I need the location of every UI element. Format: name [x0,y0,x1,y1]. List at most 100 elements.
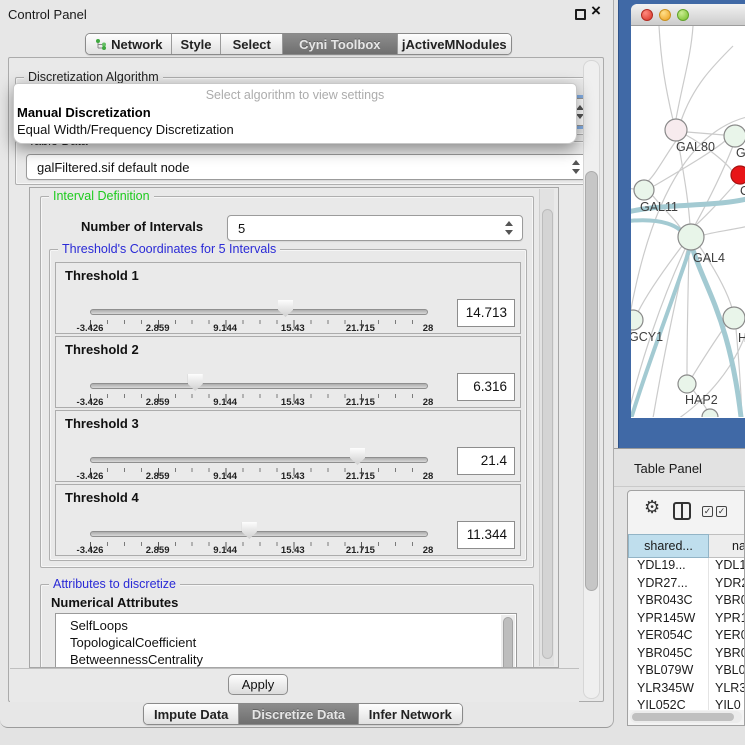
cell[interactable]: YIL052C [629,698,709,710]
cell[interactable]: YBR045C [629,646,709,664]
cell[interactable]: YIL0 [709,698,745,710]
node-gal80[interactable] [665,119,687,141]
checkbox-icon[interactable]: ✓ [716,506,727,517]
slider-major-ticks [90,394,429,402]
table-row[interactable]: YLR345WYLR3 [629,681,745,699]
slider-track[interactable] [90,309,428,315]
node-red-selected[interactable] [731,166,745,184]
threshold-3-slider: -3.426 2.859 9.144 15.43 21.715 28 [90,411,428,481]
node-gal11[interactable] [634,180,654,200]
tab-label: jActiveMNodules [402,37,507,52]
table-horizontal-scrollbar[interactable] [630,711,742,723]
column-header-name[interactable]: na [709,534,745,558]
tab-select[interactable]: Select [220,34,282,54]
minimize-traffic-light-icon[interactable] [659,9,671,21]
network-canvas[interactable]: GAL80 GA C GAL11 GAL4 GCY1 H HAP2 [631,26,745,417]
cell[interactable]: YBR0 [709,593,745,611]
table-data-combobox[interactable]: galFiltered.sif default node [26,154,590,180]
panel-scrollbar-thumb[interactable] [585,171,598,591]
list-item[interactable]: BetweennessCentrality [56,651,516,668]
group-threshold-coordinates: Threshold's Coordinates for 5 Intervals … [49,249,527,561]
cell[interactable]: YPR145W [629,611,709,629]
settings-scrollbar[interactable] [539,189,554,666]
cell[interactable]: YLR3 [709,681,745,699]
tab-style[interactable]: Style [171,34,221,54]
table-body: YDL19...YDL1 YDR27...YDR2 YBR043CYBR0 YP… [629,558,745,710]
table-row[interactable]: YDR27...YDR2 [629,576,745,594]
zoom-traffic-light-icon[interactable] [677,9,689,21]
close-icon[interactable]: × [591,1,601,21]
cell[interactable]: YDL1 [709,558,745,576]
tab-network[interactable]: Network [86,34,171,54]
node-right-mid[interactable] [723,307,745,329]
cell[interactable]: YDR2 [709,576,745,594]
close-traffic-light-icon[interactable] [641,9,653,21]
cell[interactable]: YLR345W [629,681,709,699]
table-row[interactable]: YBR043CYBR0 [629,593,745,611]
tab-discretize-data[interactable]: Discretize Data [238,704,357,724]
tab-label: Network [111,37,162,52]
tab-label: Cyni Toolbox [299,37,380,52]
threshold-1-value[interactable]: 14.713 [457,299,515,327]
cell[interactable]: YER0 [709,628,745,646]
settings-scrollbar-thumb[interactable] [542,209,553,659]
cell[interactable]: YDL19... [629,558,709,576]
cell[interactable]: YPR1 [709,611,745,629]
list-scrollbar[interactable] [501,615,515,668]
node-label-gal11: GAL11 [640,200,678,214]
threshold-4-value[interactable]: 11.344 [457,521,515,549]
tick-label: -3.426 [77,397,104,408]
slider-track[interactable] [90,383,428,389]
tab-jactivemnodules[interactable]: jActiveMNodules [397,34,511,54]
tab-impute-data[interactable]: Impute Data [144,704,238,724]
network-window: GAL80 GA C GAL11 GAL4 GCY1 H HAP2 [631,4,745,418]
dropdown-option-manual-discretization[interactable]: Manual Discretization [17,105,151,120]
checkbox-icon[interactable]: ✓ [702,506,713,517]
table-row[interactable]: YER054CYER0 [629,628,745,646]
panel-title: Control Panel [8,7,87,22]
cell[interactable]: YER054C [629,628,709,646]
cell[interactable]: YBL0 [709,663,745,681]
tick-label: 2.859 [146,545,170,556]
table-row[interactable]: YIL052CYIL0 [629,698,745,710]
node-label-gal80: GAL80 [676,140,715,154]
slider-track[interactable] [90,531,428,537]
column-header-shared-name[interactable]: shared... [628,534,709,558]
threshold-3-value[interactable]: 21.4 [457,447,515,475]
node-hap2[interactable] [678,375,696,393]
group-title-attributes: Attributes to discretize [49,577,180,591]
number-of-intervals-combobox[interactable]: 5 [227,215,523,241]
node-label-c: C [740,184,745,198]
list-scrollbar-thumb[interactable] [503,617,513,668]
list-item[interactable]: SelfLoops [56,617,516,634]
table-horizontal-scrollbar-thumb[interactable] [632,713,734,721]
stepper-icon [505,221,514,235]
tab-cyni-toolbox[interactable]: Cyni Toolbox [282,34,396,54]
table-row[interactable]: YPR145WYPR1 [629,611,745,629]
table-row[interactable]: YDL19...YDL1 [629,558,745,576]
slider-track[interactable] [90,457,428,463]
restore-icon[interactable] [575,9,586,20]
cell[interactable]: YBR0 [709,646,745,664]
list-item[interactable]: TopologicalCoefficient [56,634,516,651]
cell[interactable]: YBL079W [629,663,709,681]
threshold-2-value[interactable]: 6.316 [457,373,515,401]
gear-icon[interactable]: ⚙ [644,497,660,518]
table-row[interactable]: YBR045CYBR0 [629,646,745,664]
cell[interactable]: YBR043C [629,593,709,611]
panel-scrollbar[interactable] [583,60,600,699]
tab-label: Infer Network [369,707,452,722]
apply-button[interactable]: Apply [228,674,288,695]
tab-infer-network[interactable]: Infer Network [358,704,462,724]
node-gal4[interactable] [678,224,704,250]
tick-label: 28 [423,471,434,482]
cell[interactable]: YDR27... [629,576,709,594]
node-top-right[interactable] [724,125,745,147]
split-columns-icon[interactable] [673,502,691,520]
table-row[interactable]: YBL079WYBL0 [629,663,745,681]
node-gcy1[interactable] [631,310,643,330]
tick-label: 21.715 [346,545,375,556]
node-bottom[interactable] [702,409,718,417]
threshold-3-panel: Threshold 3 -3.426 2.859 9.144 [55,410,521,482]
dropdown-option-equal-width-frequency[interactable]: Equal Width/Frequency Discretization [17,122,234,137]
